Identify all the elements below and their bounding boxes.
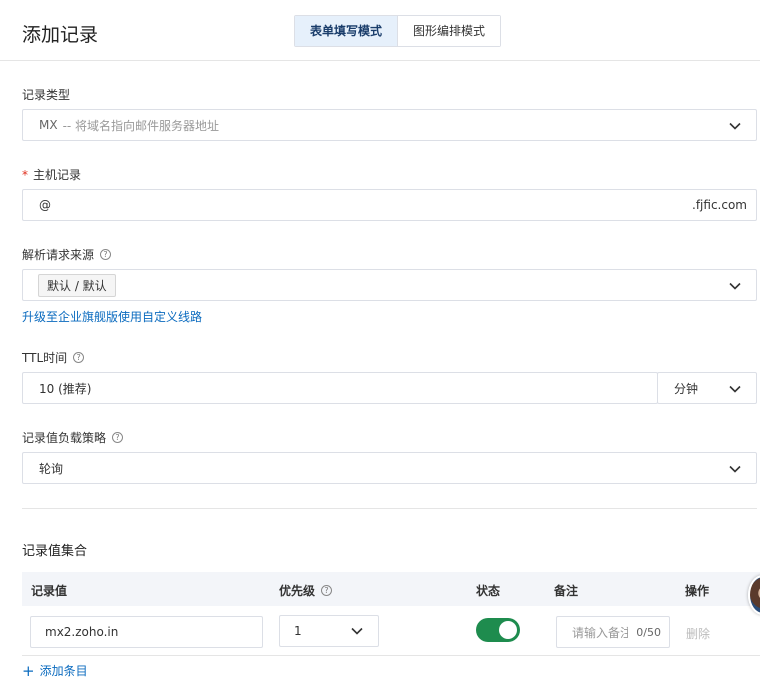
load-strategy-select[interactable]: 轮询	[22, 452, 757, 484]
remark-placeholder: 请输入备注	[572, 625, 628, 640]
column-header-remark: 备注	[554, 584, 579, 598]
column-header-status: 状态	[476, 584, 501, 598]
domain-suffix: .fjfic.com	[692, 198, 747, 212]
section-divider	[22, 508, 757, 509]
host-record-value: @	[39, 198, 51, 212]
toggle-knob	[499, 621, 517, 639]
tab-graph-mode[interactable]: 图形编排模式	[398, 16, 501, 46]
record-type-select[interactable]: MX -- 将域名指向邮件服务器地址	[22, 109, 757, 141]
record-set-title: 记录值集合	[22, 544, 88, 559]
chevron-down-icon	[351, 627, 363, 635]
upgrade-link[interactable]: 升级至企业旗舰版使用自定义线路	[22, 308, 202, 325]
ttl-value: 10 (推荐)	[39, 381, 92, 396]
record-type-code: MX	[39, 118, 58, 132]
chevron-down-icon	[729, 465, 741, 473]
tab-form-mode[interactable]: 表单填写模式	[295, 16, 399, 46]
table-header: 记录值 优先级 ? 状态 备注 操作	[22, 572, 760, 606]
plus-icon: +	[22, 661, 35, 680]
row-divider	[22, 655, 760, 656]
priority-select[interactable]: 1	[279, 615, 379, 647]
chevron-down-icon	[729, 385, 741, 393]
record-type-desc: -- 将域名指向邮件服务器地址	[62, 118, 220, 133]
load-strategy-label: 记录值负载策略 ?	[22, 429, 124, 446]
resolve-source-label: 解析请求来源 ?	[22, 246, 112, 263]
resolve-source-select[interactable]: 默认 / 默认	[22, 269, 757, 301]
required-mark: *	[22, 167, 28, 182]
ttl-label: TTL时间 ?	[22, 349, 85, 366]
column-header-priority: 优先级 ?	[279, 582, 333, 599]
question-circle-icon[interactable]: ?	[73, 352, 85, 363]
ttl-input[interactable]: 10 (推荐)	[22, 372, 658, 404]
header-divider	[0, 60, 760, 61]
ttl-unit: 分钟	[674, 381, 699, 396]
host-record-input[interactable]: @ .fjfic.com	[22, 189, 757, 221]
remark-char-count: 0/50	[636, 625, 661, 639]
question-circle-icon[interactable]: ?	[321, 585, 333, 596]
question-circle-icon[interactable]: ?	[112, 432, 124, 443]
remark-input[interactable]: 请输入备注 0/50	[556, 616, 670, 648]
record-type-label: 记录类型	[22, 88, 71, 102]
host-record-label: * 主机记录	[22, 167, 82, 183]
question-circle-icon[interactable]: ?	[100, 249, 112, 260]
delete-button[interactable]: 删除	[686, 625, 710, 642]
add-entry-button[interactable]: + 添加条目	[22, 662, 88, 679]
mode-switch: 表单填写模式 图形编排模式	[294, 15, 502, 47]
chevron-down-icon	[729, 282, 741, 290]
ttl-unit-select[interactable]: 分钟	[657, 372, 757, 404]
column-header-action: 操作	[685, 584, 710, 598]
record-value-input[interactable]: mx2.zoho.in	[30, 616, 263, 648]
column-header-record-value: 记录值	[31, 584, 68, 598]
chevron-down-icon	[729, 122, 741, 130]
status-toggle[interactable]	[476, 618, 520, 642]
resolve-source-tag: 默认 / 默认	[38, 273, 116, 297]
load-strategy-value: 轮询	[39, 461, 64, 476]
page-title: 添加记录	[22, 24, 99, 46]
